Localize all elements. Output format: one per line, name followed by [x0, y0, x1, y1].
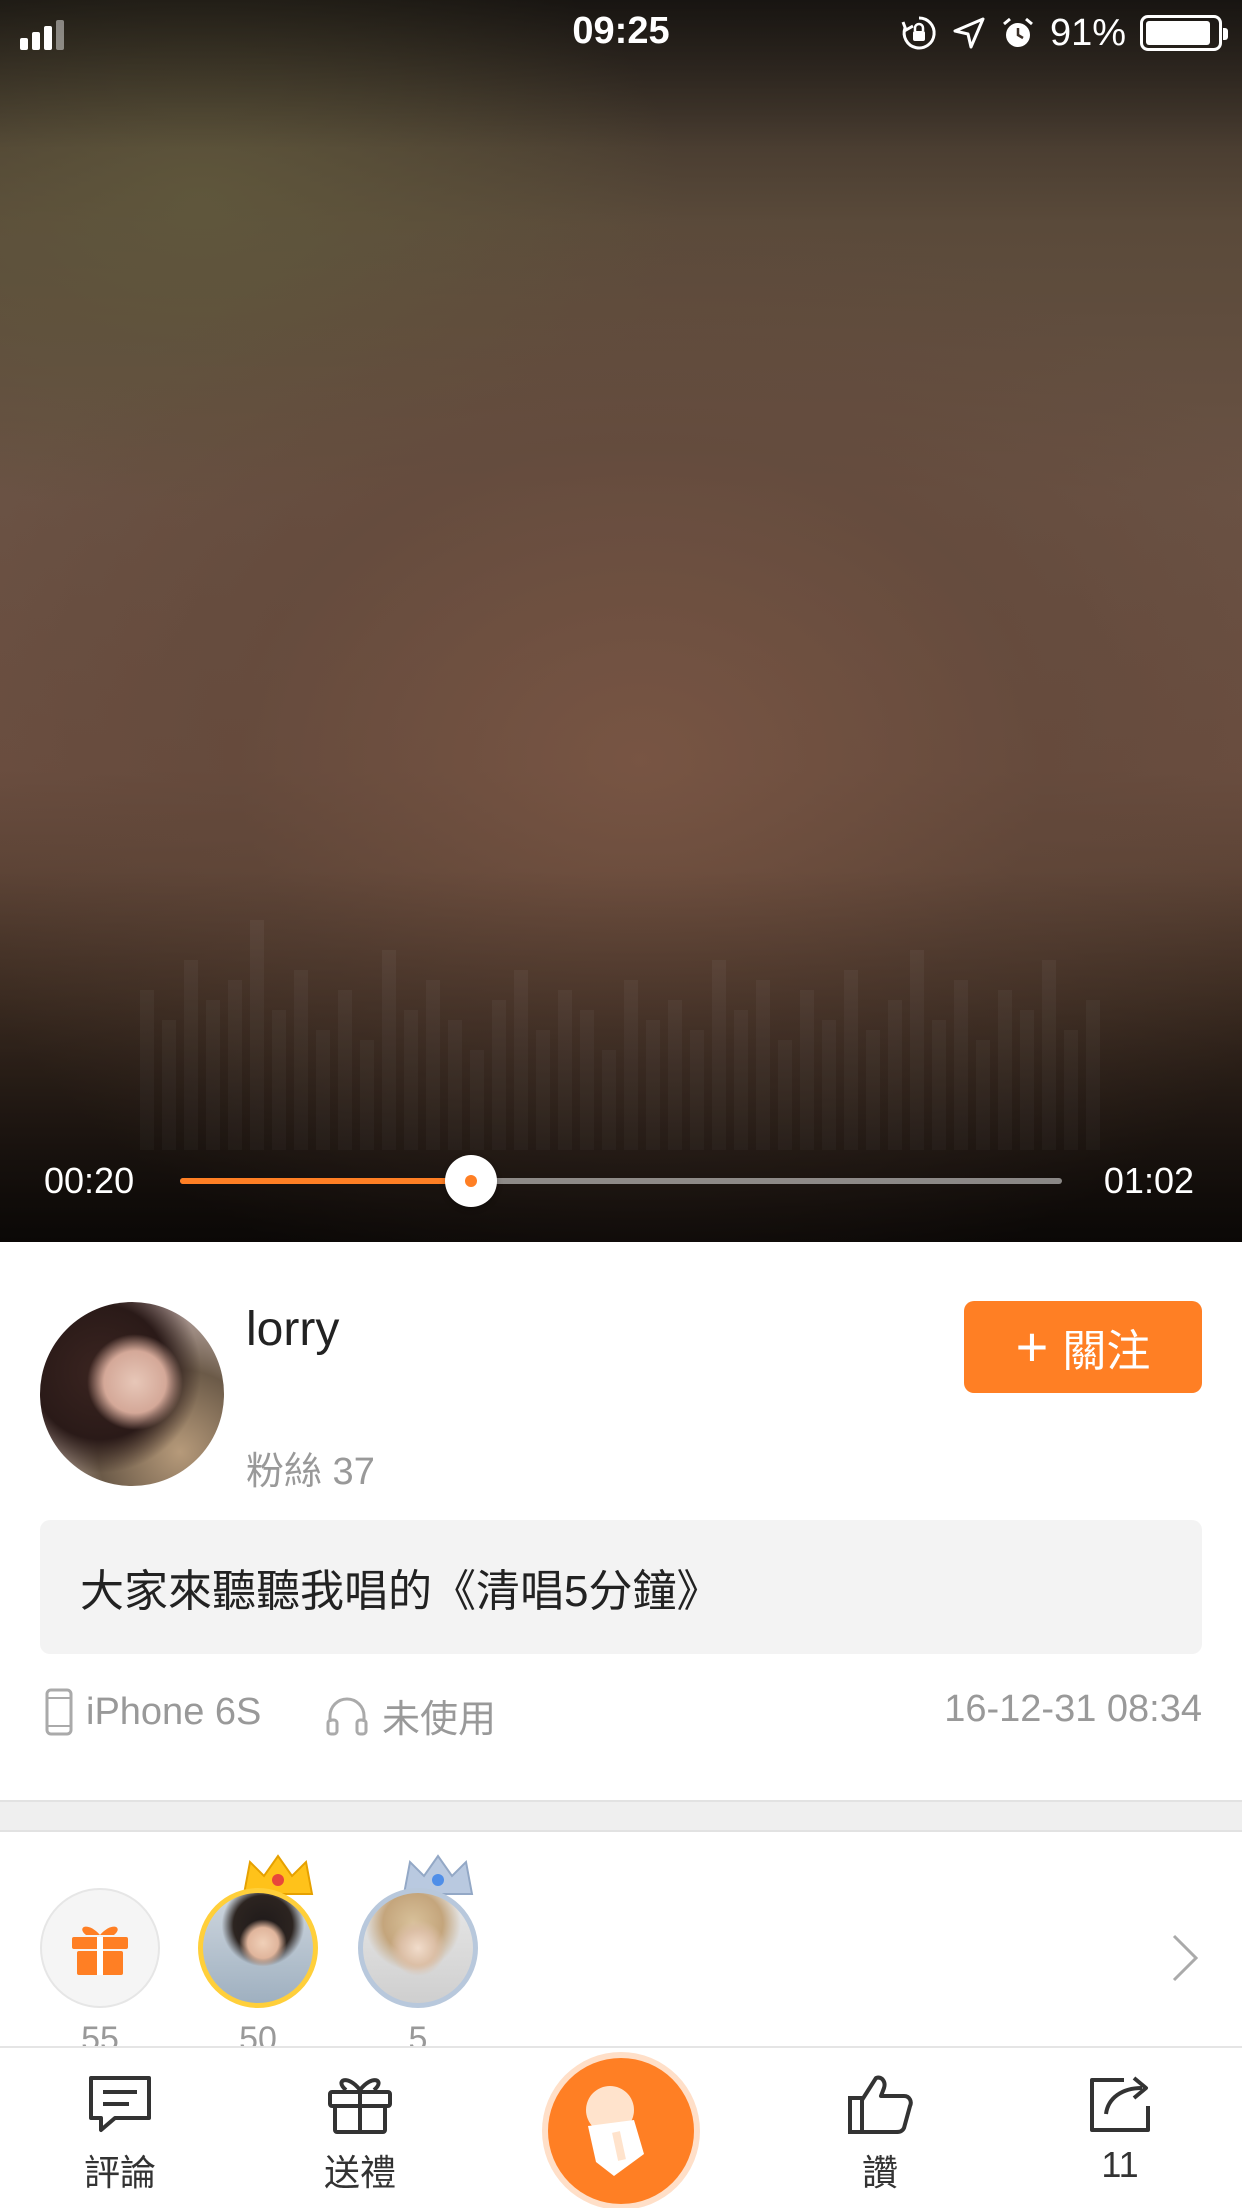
- video-player[interactable]: 09:25 91% 00:20 01:02: [0, 0, 1242, 1242]
- comment-icon: [89, 2076, 151, 2132]
- bottom-action-bar: 評論 送禮 讚 11: [0, 2046, 1242, 2208]
- device-name: iPhone 6S: [86, 1690, 262, 1733]
- song-description: 大家來聽聽我唱的《清唱5分鐘》: [40, 1520, 1202, 1654]
- chevron-right-icon[interactable]: [1170, 1932, 1200, 1984]
- alarm-icon: [1002, 17, 1033, 47]
- gift-icon: [328, 2078, 392, 2134]
- battery-percent: 91%: [1049, 11, 1126, 54]
- current-time: 00:20: [44, 1160, 135, 1201]
- thumbs-up-icon: [848, 2075, 913, 2134]
- gifter-avatar: [198, 1888, 318, 2008]
- send-gift-button[interactable]: 送禮: [280, 2072, 440, 2196]
- follow-label: 關注: [1062, 1327, 1151, 1376]
- headset-status: 未使用: [382, 1699, 497, 1741]
- headphones-icon: [326, 1697, 368, 1735]
- share-icon: [1090, 2076, 1150, 2132]
- phone-icon: [45, 1688, 73, 1736]
- comment-label: 評論: [83, 2152, 156, 2193]
- progress-fill: [180, 1178, 472, 1184]
- sing-button[interactable]: [548, 2058, 694, 2204]
- user-avatar[interactable]: [40, 1302, 224, 1486]
- headset-info: 未使用: [324, 1688, 496, 1743]
- share-count: 11: [1101, 2144, 1139, 2185]
- gift-badge: [40, 1888, 160, 2008]
- location-icon: [953, 17, 985, 49]
- fans-count: 粉絲 37: [246, 1451, 375, 1493]
- gift-total[interactable]: [40, 1888, 160, 2008]
- status-bar: 09:25 91%: [0, 0, 1242, 66]
- battery-icon: [1140, 15, 1228, 51]
- share-button[interactable]: 11: [1040, 2072, 1200, 2186]
- device-info: iPhone 6S: [44, 1688, 261, 1736]
- comment-button[interactable]: 評論: [40, 2072, 200, 2196]
- rotation-lock-icon: [901, 16, 936, 50]
- gifter-avatar: [358, 1888, 478, 2008]
- like-label: 讚: [861, 2152, 898, 2193]
- follow-button[interactable]: + 關注: [964, 1301, 1202, 1393]
- username[interactable]: lorry: [246, 1302, 339, 1357]
- progress-thumb[interactable]: [445, 1155, 498, 1207]
- status-icons: 91%: [900, 10, 1228, 56]
- description-text: 大家來聽聽我唱的《清唱5分鐘》: [80, 1567, 721, 1616]
- top-gifter-1[interactable]: [198, 1854, 318, 2008]
- gift-label: 送禮: [323, 2152, 396, 2193]
- progress-slider[interactable]: [180, 1155, 1062, 1207]
- player-vignette: [0, 0, 1242, 1242]
- total-time: 01:02: [1103, 1160, 1194, 1201]
- post-date: 16-12-31 08:34: [944, 1688, 1202, 1730]
- plus-icon: +: [1015, 1315, 1049, 1378]
- like-button[interactable]: 讚: [800, 2072, 960, 2196]
- section-divider: [0, 1800, 1242, 1832]
- top-gifter-2[interactable]: [358, 1854, 478, 2008]
- microphone-icon: [586, 2086, 644, 2176]
- gift-icon: [72, 1926, 128, 1975]
